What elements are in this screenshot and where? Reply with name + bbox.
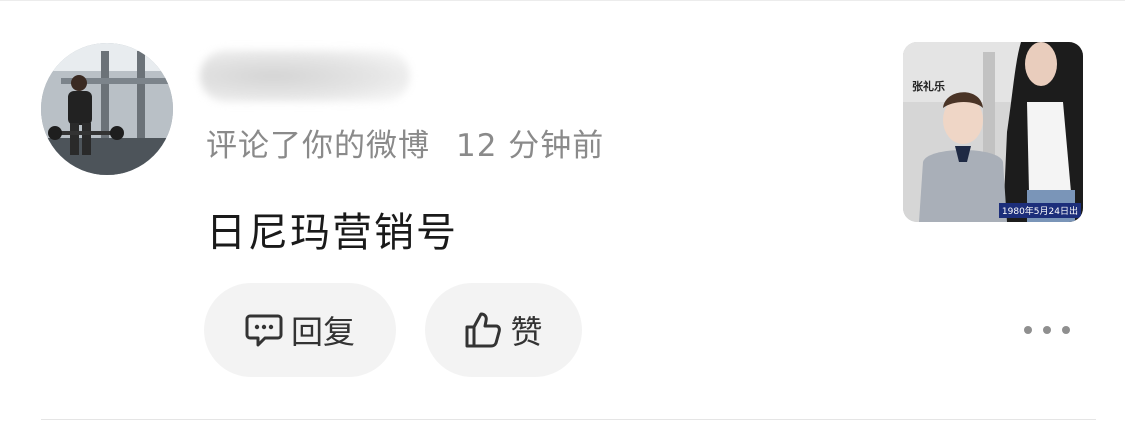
like-button[interactable]: 赞 (425, 283, 582, 377)
more-options-icon[interactable] (1024, 312, 1070, 348)
timestamp: 12 分钟前 (456, 128, 605, 164)
more-dot (1024, 326, 1032, 334)
more-dot (1043, 326, 1051, 334)
avatar-image (41, 43, 173, 175)
thumbnail-image (903, 42, 1083, 222)
bottom-divider (41, 419, 1096, 420)
comment-bubble-icon (245, 312, 283, 348)
comment-text: 日尼玛营销号 (206, 210, 458, 256)
reply-button[interactable]: 回复 (204, 283, 396, 377)
like-label: 赞 (510, 313, 543, 351)
reply-label: 回复 (290, 313, 355, 351)
username-blurred[interactable] (200, 50, 410, 102)
notification-meta: 评论了你的微博 12 分钟前 (206, 120, 604, 165)
thumbnail-caption-name: 张礼乐 (912, 80, 945, 93)
thumbs-up-icon (464, 311, 502, 349)
avatar[interactable] (41, 43, 173, 175)
top-divider (0, 0, 1125, 1)
post-thumbnail[interactable]: 张礼乐 1980年5月24日出 (903, 42, 1083, 222)
action-text: 评论了你的微博 (206, 128, 430, 164)
more-dot (1062, 326, 1070, 334)
notification-card: 评论了你的微博 12 分钟前 日尼玛营销号 张礼乐 1980年5月24日出 回复… (0, 0, 1125, 441)
thumbnail-caption-date: 1980年5月24日出 (998, 203, 1081, 218)
